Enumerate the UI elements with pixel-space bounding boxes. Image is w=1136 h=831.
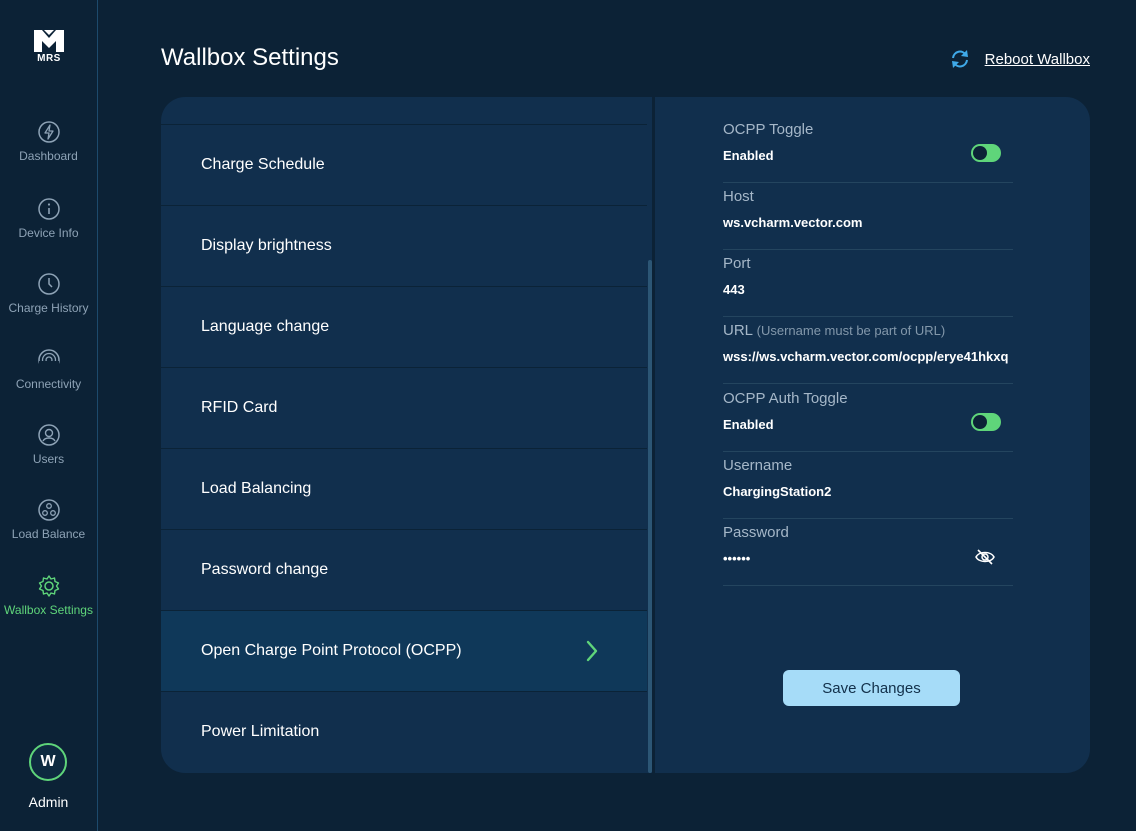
nav-item-dashboard[interactable]: Dashboard — [0, 119, 97, 163]
eye-off-icon[interactable] — [975, 548, 995, 566]
mrs-logo: MRS — [26, 30, 72, 64]
ocpp-detail-panel: OCPP Toggle Enabled Host ws.vcharm.vecto… — [655, 97, 1090, 773]
settings-item-ocpp[interactable]: Open Charge Point Protocol (OCPP) — [161, 610, 647, 691]
field-label: OCPP Toggle — [723, 121, 814, 138]
settings-item-label: RFID Card — [201, 399, 278, 416]
settings-item-rfid-card[interactable]: RFID Card — [161, 367, 647, 448]
nav-label: Users — [32, 452, 65, 466]
settings-item-label: Language change — [201, 318, 330, 335]
ocpp-toggle-field: OCPP Toggle Enabled — [723, 121, 1013, 183]
nav-label: Load Balance — [11, 527, 86, 541]
field-value: Enabled — [723, 148, 774, 163]
settings-item-load-balancing[interactable]: Load Balancing — [161, 448, 647, 529]
nav-item-wallbox-settings[interactable]: Wallbox Settings — [0, 573, 97, 617]
scrollbar[interactable] — [648, 260, 652, 773]
port-field[interactable]: Port 443 — [723, 255, 1013, 317]
nav-label: Charge History — [8, 301, 89, 315]
clock-icon — [37, 273, 60, 295]
nav-label: Device Info — [18, 226, 79, 240]
settings-item-charge-schedule[interactable]: Charge Schedule — [161, 124, 647, 205]
field-label: URL (Username must be part of URL) — [723, 322, 945, 339]
info-icon — [37, 198, 60, 220]
page-title: Wallbox Settings — [161, 44, 339, 71]
bolt-icon — [37, 121, 60, 143]
toggle-knob — [986, 416, 998, 428]
settings-item-label: Load Balancing — [201, 480, 312, 497]
logo-text: MRS — [37, 53, 61, 64]
load-balance-icon — [37, 499, 60, 521]
field-value: wss://ws.vcharm.vector.com/ocpp/erye41hk… — [723, 349, 1009, 364]
nav-item-load-balance[interactable]: Load Balance — [0, 497, 97, 541]
settings-item-label: Password change — [201, 561, 329, 578]
field-value: Enabled — [723, 417, 774, 432]
password-field[interactable]: Password •••••• — [723, 524, 1013, 586]
sidebar: MRS Dashboard Device Info Charge History — [0, 0, 98, 831]
host-field[interactable]: Host ws.vcharm.vector.com — [723, 188, 1013, 250]
settings-item-label: Power Limitation — [201, 723, 320, 740]
chevron-right-icon — [586, 640, 598, 662]
nav-label: Wallbox Settings — [4, 603, 93, 617]
settings-item-label: Display brightness — [201, 237, 332, 254]
field-label: OCPP Auth Toggle — [723, 390, 848, 407]
user-icon — [37, 424, 60, 446]
signal-icon — [37, 349, 60, 371]
ocpp-toggle-switch[interactable] — [971, 144, 1001, 162]
avatar[interactable]: W — [29, 743, 67, 781]
save-changes-button[interactable]: Save Changes — [783, 670, 960, 706]
field-label: Username — [723, 457, 793, 474]
field-label: Host — [723, 188, 754, 205]
settings-item-language-change[interactable]: Language change — [161, 286, 647, 367]
settings-item-label: Charge Schedule — [201, 156, 325, 173]
field-value: •••••• — [723, 551, 751, 566]
username-field[interactable]: Username ChargingStation2 — [723, 457, 1013, 519]
field-label: Password — [723, 524, 789, 541]
refresh-icon[interactable] — [949, 49, 971, 69]
nav-label: Connectivity — [15, 377, 82, 391]
nav-item-connectivity[interactable]: Connectivity — [0, 347, 97, 391]
field-value: ChargingStation2 — [723, 484, 832, 499]
field-label: Port — [723, 255, 751, 272]
settings-item-password-change[interactable]: Password change — [161, 529, 647, 610]
reboot-wallbox[interactable]: Reboot Wallbox — [949, 49, 1090, 69]
settings-item-label: Open Charge Point Protocol (OCPP) — [201, 642, 462, 659]
ocpp-auth-toggle-field: OCPP Auth Toggle Enabled — [723, 390, 1013, 452]
ocpp-auth-toggle-switch[interactable] — [971, 413, 1001, 431]
user-name: Admin — [28, 794, 69, 810]
settings-item-power-limitation[interactable]: Power Limitation — [161, 691, 647, 772]
url-field[interactable]: URL (Username must be part of URL) wss:/… — [723, 322, 1013, 384]
url-label: URL — [723, 322, 753, 339]
nav-item-charge-history[interactable]: Charge History — [0, 271, 97, 315]
field-value: ws.vcharm.vector.com — [723, 215, 863, 230]
settings-item-display-brightness[interactable]: Display brightness — [161, 205, 647, 286]
field-value: 443 — [723, 282, 745, 297]
nav-item-device-info[interactable]: Device Info — [0, 196, 97, 240]
reboot-wallbox-link[interactable]: Reboot Wallbox — [985, 51, 1090, 68]
toggle-knob — [986, 147, 998, 159]
settings-list: Charge Schedule Display brightness Langu… — [161, 97, 652, 773]
nav-label: Dashboard — [19, 149, 78, 163]
url-hint: (Username must be part of URL) — [756, 323, 946, 338]
nav-item-users[interactable]: Users — [0, 422, 97, 466]
avatar-initial: W — [40, 753, 56, 770]
logo-icon — [34, 30, 64, 52]
gear-icon — [38, 575, 59, 597]
